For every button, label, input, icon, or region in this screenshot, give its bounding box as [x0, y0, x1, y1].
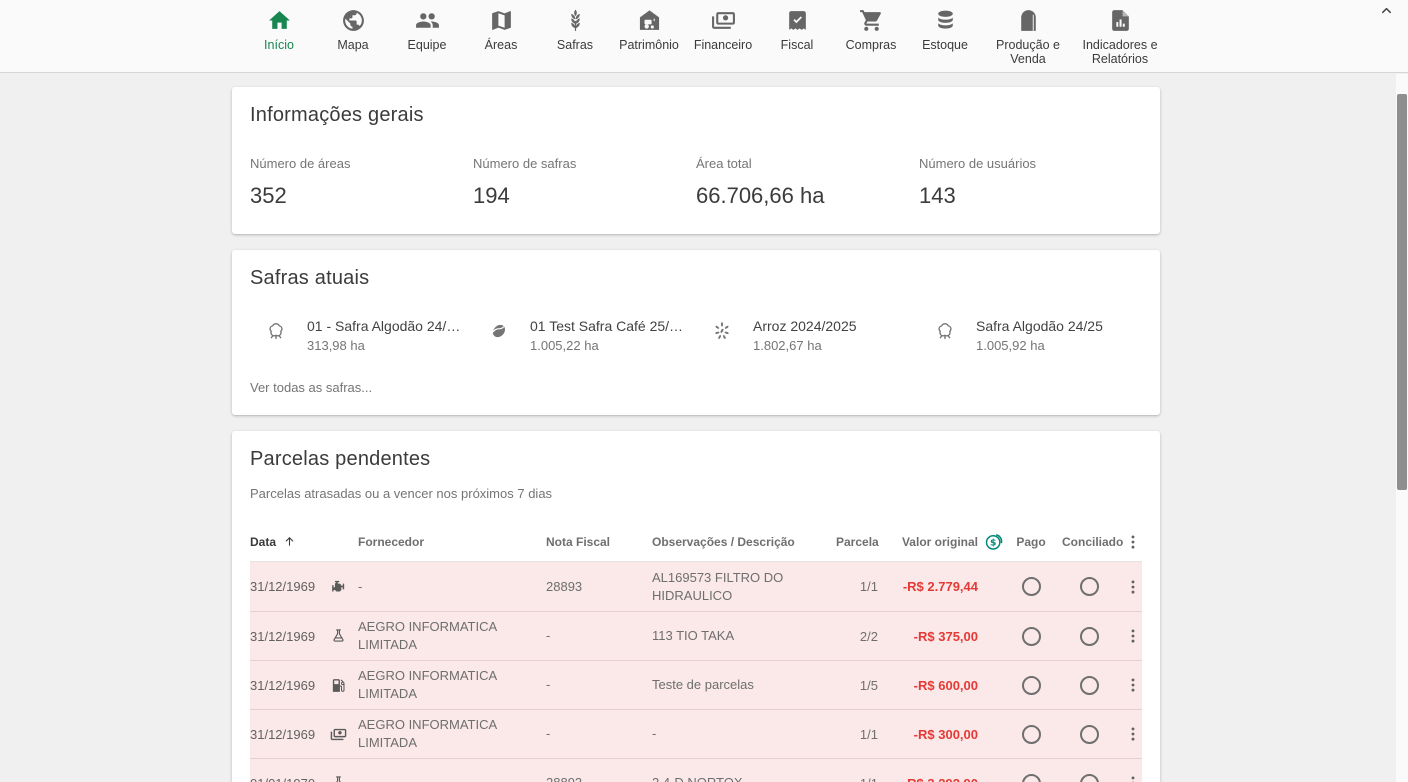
svg-text:$: $: [990, 538, 996, 549]
nav-item-wheat[interactable]: Safras: [538, 8, 612, 52]
safra-item-cotton[interactable]: 01 - Safra Algodão 24/… 313,98 ha: [250, 318, 473, 353]
parcelas-pendentes-card: Parcelas pendentes Parcelas atrasadas ou…: [232, 431, 1160, 782]
safra-item-coffee[interactable]: 01 Test Safra Café 25/… 1.005,22 ha: [473, 318, 696, 353]
card-title: Informações gerais: [250, 104, 1142, 127]
nav-item-globe[interactable]: Mapa: [316, 8, 390, 52]
metric-3: Número de usuários 143: [919, 156, 1142, 209]
cotton-icon: [934, 320, 956, 342]
table-row[interactable]: 31/12/1969 AEGRO INFORMATICA LIMITADA - …: [250, 611, 1142, 660]
nav-item-map[interactable]: Áreas: [464, 8, 538, 52]
pago-radio[interactable]: [1022, 774, 1041, 782]
receipt-icon: [785, 8, 810, 33]
barn-icon: [637, 8, 662, 33]
nav-items: Início Mapa Equipe Áreas Safras: [0, 0, 1408, 67]
stock-icon: [933, 8, 958, 33]
conciliado-radio[interactable]: [1080, 577, 1099, 596]
safras-row: 01 - Safra Algodão 24/… 313,98 ha 01 Tes…: [250, 318, 1142, 353]
pago-radio[interactable]: [1022, 577, 1041, 596]
money-icon: [711, 8, 736, 33]
ver-todas-safras-link[interactable]: Ver todas as safras...: [250, 380, 372, 395]
scrollbar-thumb[interactable]: [1397, 94, 1407, 490]
metrics-row: Número de áreas 352 Número de safras 194…: [250, 156, 1142, 209]
cotton-icon: [265, 320, 287, 342]
main-content: Informações gerais Número de áreas 352 N…: [0, 73, 1408, 782]
row-menu-kebab-icon[interactable]: [1124, 627, 1142, 645]
table-header: Data Fornecedor Nota Fiscal Observações …: [250, 531, 1142, 562]
rice-icon: [711, 320, 733, 342]
column-header-conciliado[interactable]: Conciliado: [1062, 535, 1116, 549]
column-header-parcela[interactable]: Parcela: [836, 535, 878, 549]
money-icon: [330, 726, 347, 743]
safras-atuais-card: Safras atuais 01 - Safra Algodão 24/… 31…: [232, 250, 1160, 415]
silo-icon: [1016, 8, 1041, 33]
map-icon: [489, 8, 514, 33]
column-header-nota-fiscal[interactable]: Nota Fiscal: [546, 535, 652, 549]
cart-icon: [859, 8, 884, 33]
safra-item-cotton[interactable]: Safra Algodão 24/25 1.005,92 ha: [919, 318, 1142, 353]
engine-icon: [330, 578, 347, 595]
safra-item-rice[interactable]: Arroz 2024/2025 1.802,67 ha: [696, 318, 919, 353]
metric-2: Área total 66.706,66 ha: [696, 156, 919, 209]
card-title: Safras atuais: [250, 267, 1142, 290]
table-row[interactable]: 31/12/1969 AEGRO INFORMATICA LIMITADA - …: [250, 709, 1142, 758]
nav-item-report[interactable]: Indicadores e Relatórios: [1074, 8, 1166, 67]
top-navigation-bar: Início Mapa Equipe Áreas Safras: [0, 0, 1408, 73]
column-header-observacoes[interactable]: Observações / Descrição: [652, 535, 836, 549]
fuel-icon: [330, 677, 347, 694]
conciliado-radio[interactable]: [1080, 725, 1099, 744]
safra-text: 01 Test Safra Café 25/… 1.005,22 ha: [530, 318, 683, 353]
flask-icon: [330, 628, 347, 645]
table-menu-kebab-icon[interactable]: [1124, 533, 1142, 551]
nav-item-receipt[interactable]: Fiscal: [760, 8, 834, 52]
report-icon: [1108, 8, 1133, 33]
nav-item-money[interactable]: Financeiro: [686, 8, 760, 52]
home-icon: [267, 8, 292, 33]
conciliado-radio[interactable]: [1080, 627, 1099, 646]
safra-text: Arroz 2024/2025 1.802,67 ha: [753, 318, 857, 353]
nav-item-stock[interactable]: Estoque: [908, 8, 982, 52]
column-header-valor-original[interactable]: Valor original $: [878, 531, 978, 552]
column-header-data[interactable]: Data: [250, 535, 330, 549]
nav-item-barn[interactable]: Patrimônio: [612, 8, 686, 52]
informacoes-gerais-card: Informações gerais Número de áreas 352 N…: [232, 87, 1160, 234]
card-title: Parcelas pendentes: [250, 448, 1142, 471]
row-menu-kebab-icon[interactable]: [1124, 725, 1142, 743]
nav-item-cart[interactable]: Compras: [834, 8, 908, 52]
conciliado-radio[interactable]: [1080, 676, 1099, 695]
globe-icon: [341, 8, 366, 33]
table-row[interactable]: 31/12/1969 AEGRO INFORMATICA LIMITADA - …: [250, 660, 1142, 709]
people-icon: [415, 8, 440, 33]
pago-radio[interactable]: [1022, 627, 1041, 646]
metric-1: Número de safras 194: [473, 156, 696, 209]
wheat-icon: [563, 8, 588, 33]
column-header-fornecedor[interactable]: Fornecedor: [358, 535, 546, 549]
sort-ascending-icon: [283, 535, 296, 548]
row-menu-kebab-icon[interactable]: [1124, 578, 1142, 596]
card-subtitle: Parcelas atrasadas ou a vencer nos próxi…: [250, 486, 1142, 501]
nav-item-people[interactable]: Equipe: [390, 8, 464, 52]
nav-item-home[interactable]: Início: [242, 8, 316, 52]
pago-radio[interactable]: [1022, 725, 1041, 744]
safra-text: 01 - Safra Algodão 24/… 313,98 ha: [307, 318, 460, 353]
conciliado-radio[interactable]: [1080, 774, 1099, 782]
safra-text: Safra Algodão 24/25 1.005,92 ha: [976, 318, 1103, 353]
column-header-pago[interactable]: Pago: [1000, 535, 1062, 549]
table-row[interactable]: 01/01/1970 - 28893 2,4-D NORTOX 1/1 -R$ …: [250, 758, 1142, 782]
metric-0: Número de áreas 352: [250, 156, 473, 209]
table-body: 31/12/1969 - 28893 AL169573 FILTRO DO HI…: [250, 562, 1142, 782]
vertical-scrollbar[interactable]: [1396, 74, 1408, 782]
nav-item-silo[interactable]: Produção e Venda: [982, 8, 1074, 67]
pago-radio[interactable]: [1022, 676, 1041, 695]
flask-icon: [330, 775, 347, 782]
table-row[interactable]: 31/12/1969 - 28893 AL169573 FILTRO DO HI…: [250, 562, 1142, 611]
coffee-icon: [488, 320, 510, 342]
chevron-up-icon[interactable]: [1379, 3, 1394, 18]
row-menu-kebab-icon[interactable]: [1124, 676, 1142, 694]
row-menu-kebab-icon[interactable]: [1124, 774, 1142, 782]
